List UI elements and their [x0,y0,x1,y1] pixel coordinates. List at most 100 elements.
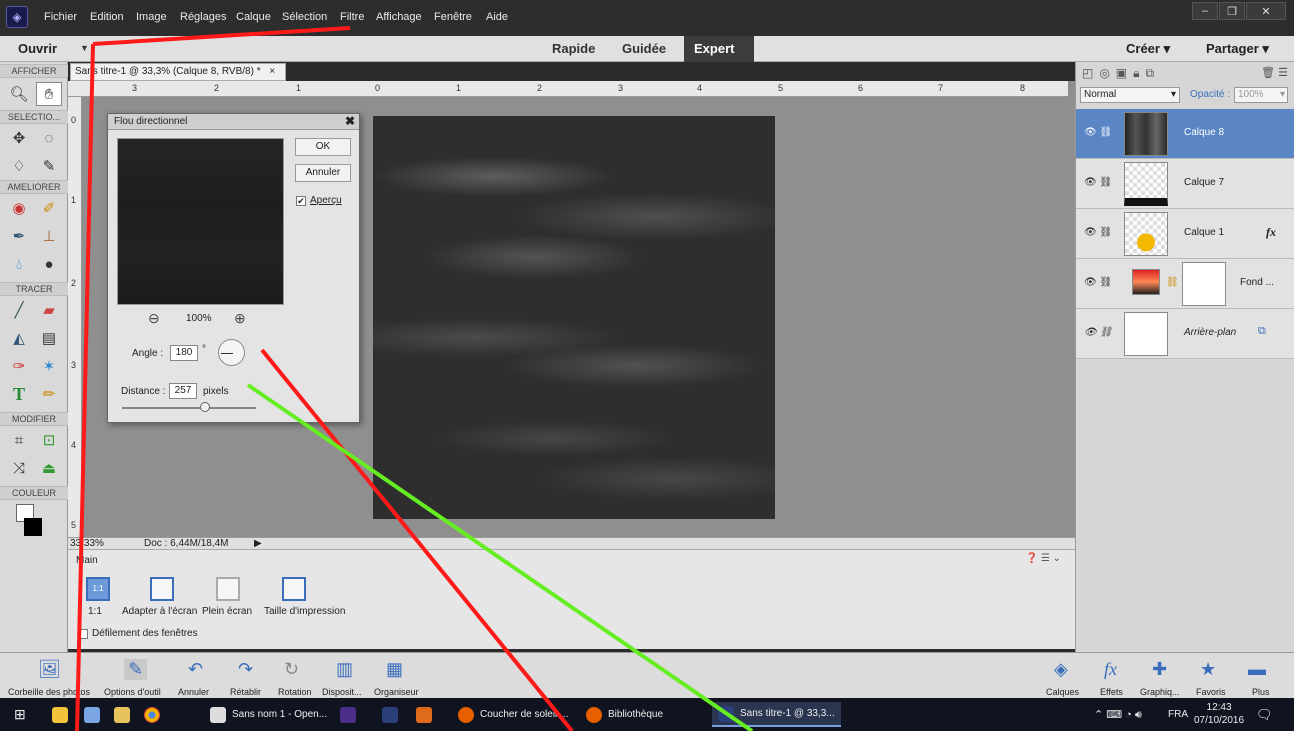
zoom-out-icon[interactable]: ⊖ [148,310,160,327]
layer-tools-icon[interactable]: ◰◎▣🔒︎⧉ [1082,66,1160,81]
layer-row-calque-8[interactable]: 👁︎ ⛓ Calque 8 [1076,109,1294,159]
ok-button[interactable]: OK [295,138,351,156]
cancel-button[interactable]: Annuler [295,164,351,182]
redo-icon[interactable]: ↷ [238,659,253,680]
angle-dial[interactable] [218,339,245,366]
sponge-tool-icon[interactable]: ● [36,252,62,276]
print-size-icon[interactable] [282,577,306,601]
distance-slider-track[interactable] [122,407,256,409]
organizer-icon[interactable]: ▦ [386,659,403,680]
zoom-in-icon[interactable]: ⊕ [234,310,246,327]
preview-checkbox[interactable]: ✔ [296,196,306,206]
minimize-icon[interactable]: – [1192,2,1218,20]
maximize-icon[interactable]: ❐ [1219,2,1245,20]
menu-image[interactable]: Image [136,11,167,23]
pencil-tool-icon[interactable]: ✏ [36,382,62,406]
tool-options-icon[interactable]: ✎ [124,659,148,680]
full-screen-button[interactable]: Plein écran [202,606,252,617]
clone-stamp-icon[interactable]: ⊥ [36,224,62,248]
layer-fx-badge[interactable]: fx [1266,225,1276,240]
eraser-tool-icon[interactable]: ▰ [36,298,62,322]
media-icon[interactable] [416,698,432,731]
distance-input[interactable]: 257 [169,383,197,399]
shape-tool-icon[interactable]: ✶ [36,354,62,378]
tab-expert[interactable]: Expert [684,36,754,62]
fit-screen-icon[interactable] [150,577,174,601]
rotate-icon[interactable]: ↻ [284,659,299,680]
visibility-eye-icon[interactable]: 👁︎ ⛓ [1084,227,1112,238]
delete-layer-icon[interactable]: 🗑︎ ☰ [1261,66,1288,79]
system-tray-icons[interactable]: ⌃ ⌨ ◔ 🔊︎ [1094,698,1142,731]
favorites-icon[interactable]: ★ [1200,659,1216,680]
graphics-icon[interactable]: ✚ [1152,659,1167,680]
menu-selection[interactable]: Sélection [282,11,327,23]
panel-help-icon[interactable]: ❓ ☰ ⌄ [1026,553,1061,564]
menu-aide[interactable]: Aide [486,11,508,23]
menu-reglages[interactable]: Réglages [180,11,226,23]
distance-slider-thumb[interactable] [200,402,210,412]
blend-mode-select[interactable]: Normal ▾ [1080,87,1180,103]
taskbar-photoshop-elements[interactable]: Sans titre-1 @ 33,3... [712,702,841,727]
graphics-button[interactable]: Graphiq... [1140,687,1180,697]
recompose-tool-icon[interactable]: ⊡ [36,428,62,452]
menu-edition[interactable]: Edition [90,11,124,23]
print-size-button[interactable]: Taille d'impression [264,606,345,617]
taskbar-library[interactable]: Bibliothèque [580,702,669,727]
brush-tool-icon[interactable]: ╱ [6,298,32,322]
hand-tool-icon[interactable]: ✋︎ [36,82,62,106]
undo-icon[interactable]: ↶ [188,659,203,680]
move-tool-icon[interactable]: ✥ [6,126,32,150]
fit-screen-button[interactable]: Adapter à l'écran [122,606,197,617]
menu-fenetre[interactable]: Fenêtre [434,11,472,23]
chrome-icon[interactable] [144,698,160,731]
status-menu-icon[interactable]: ▶ [254,538,262,549]
tab-rapide[interactable]: Rapide [542,36,605,62]
menu-fichier[interactable]: Fichier [44,11,77,23]
angle-input[interactable]: 180 [170,345,198,361]
visibility-eye-icon[interactable]: 👁︎ ⛓ [1084,277,1112,288]
red-eye-tool-icon[interactable]: ◉ [6,196,32,220]
system-clock[interactable]: 12:43 07/10/2016 [1194,701,1244,727]
folder-icon[interactable] [114,698,130,731]
straighten-tool-icon[interactable]: ⏏ [36,456,62,480]
app-icon[interactable] [84,698,100,731]
effects-button[interactable]: Effets [1100,687,1123,697]
actual-pixels-button[interactable]: 1:1 [88,606,102,617]
open-button[interactable]: Ouvrir [18,41,57,56]
visibility-eye-icon[interactable]: 👁︎ ⛓ [1084,177,1112,188]
layer-row-arriere-plan[interactable]: 👁︎ ⛓ Arrière-plan ⧉ [1076,309,1294,359]
opacity-input[interactable]: 100% ▾ [1234,87,1288,103]
redo-button[interactable]: Rétablir [230,687,261,697]
menu-calque[interactable]: Calque [236,11,271,23]
content-move-icon[interactable]: ⤨ [6,456,32,480]
elements-organizer-icon[interactable] [340,698,356,731]
layers-panel-icon[interactable]: ◈ [1054,659,1068,680]
more-icon[interactable]: ▬ [1248,659,1266,680]
layers-button[interactable]: Calques [1046,687,1079,697]
document-tab[interactable]: Sans titre-1 @ 33,3% (Calque 8, RVB/8) *… [70,63,286,81]
healing-brush-icon[interactable]: ✐ [36,196,62,220]
smart-brush-icon[interactable]: ✒ [6,224,32,248]
quick-select-icon[interactable]: ✎ [36,154,62,178]
scroll-windows-checkbox[interactable] [78,629,88,639]
layout-button[interactable]: Disposit... [322,687,362,697]
windows-start-icon[interactable]: ⊞ [14,698,26,731]
favorites-button[interactable]: Favoris [1196,687,1226,697]
rotate-button[interactable]: Rotation [278,687,312,697]
layer-row-calque-1[interactable]: 👁︎ ⛓ Calque 1 fx [1076,209,1294,259]
layout-icon[interactable]: ▥ [336,659,353,680]
tab-guidee[interactable]: Guidée [612,36,676,62]
notifications-icon[interactable]: 🗨︎ [1256,698,1273,731]
gradient-tool-icon[interactable]: ▤ [36,326,62,350]
paint-bucket-icon[interactable]: ◭ [6,326,32,350]
visibility-eye-icon[interactable]: 👁︎ ⛓ [1084,127,1112,138]
actual-pixels-icon[interactable]: 1:1 [86,577,110,601]
photo-bin-icon[interactable]: 🖼︎ [38,659,61,680]
document-tab-close-icon[interactable]: × [269,66,275,77]
photo-bin-button[interactable]: Corbeille des photos [8,687,90,697]
marquee-tool-icon[interactable]: ◌ [36,126,62,150]
more-button[interactable]: Plus [1252,687,1270,697]
elements-editor-icon[interactable] [382,698,398,731]
blur-tool-icon[interactable]: 💧︎ [6,252,32,276]
layer-link-icon[interactable]: ⛓ [1166,277,1179,288]
